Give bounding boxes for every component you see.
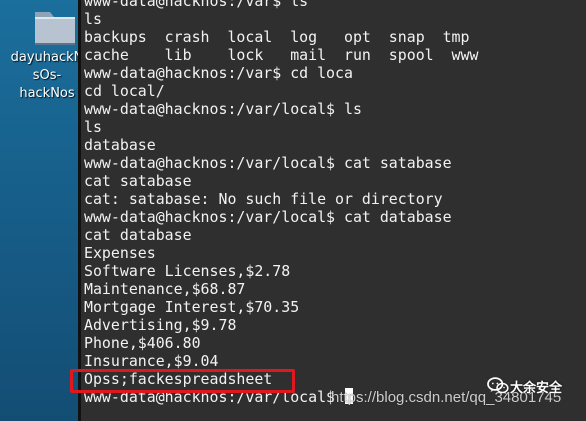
- folder-label-line-1: dayuhackN: [10, 50, 84, 65]
- terminal-line-20: Phone,$406.80: [84, 334, 201, 352]
- terminal-line-4: cache lib lock mail run spool www: [84, 46, 479, 64]
- desktop-folder-shortcut[interactable]: dayuhackN sOs- hackNos: [6, 0, 83, 108]
- terminal-line-5: www-data@hacknos:/var$ cd loca: [84, 64, 353, 82]
- terminal-line-17: Maintenance,$68.87: [84, 280, 246, 298]
- wechat-icon: [487, 377, 509, 394]
- terminal-line-1: www-data@hacknos:/var$ ls: [84, 0, 309, 10]
- folder-label[interactable]: dayuhackN sOs- hackNos: [6, 49, 88, 103]
- terminal-line-19: Advertising,$9.78: [84, 316, 237, 334]
- folder-label-line-3: hackNos: [19, 86, 75, 101]
- terminal-line-15: Expenses: [84, 244, 156, 262]
- terminal-line-8: ls: [84, 118, 102, 136]
- terminal-line-3: backups crash local log opt snap tmp: [84, 28, 470, 46]
- terminal-line-14: cat database: [84, 226, 192, 244]
- terminal-line-18: Mortgage Interest,$70.35: [84, 298, 300, 316]
- folder-icon[interactable]: [34, 4, 76, 46]
- terminal-line-10: www-data@hacknos:/var/local$ cat satabas…: [84, 154, 452, 172]
- terminal-line-13: www-data@hacknos:/var/local$ cat databas…: [84, 208, 452, 226]
- terminal-line-7: www-data@hacknos:/var/local$ ls: [84, 100, 362, 118]
- folder-label-line-2: sOs-: [32, 68, 62, 83]
- terminal-line-21: Insurance,$9.04: [84, 352, 219, 370]
- terminal-line-11: cat satabase: [84, 172, 192, 190]
- desktop-screen: dayuhackN sOs- hackNos www-data@hacknos:…: [0, 0, 586, 421]
- terminal-line-12: cat: satabase: No such file or directory: [84, 190, 443, 208]
- highlight-box: [70, 369, 295, 393]
- terminal-line-2: ls: [84, 10, 102, 28]
- terminal-line-16: Software Licenses,$2.78: [84, 262, 291, 280]
- terminal-line-6: cd local/: [84, 82, 165, 100]
- terminal-window[interactable]: www-data@hacknos:/var$ ls ls backups cra…: [78, 0, 586, 421]
- wechat-watermark-brand: 大余安全: [510, 381, 563, 396]
- terminal-line-9: database: [84, 136, 156, 154]
